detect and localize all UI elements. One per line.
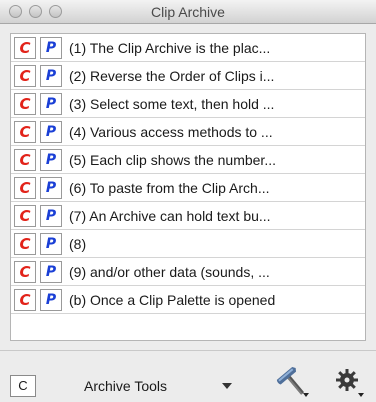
gear-icon[interactable] [334, 367, 366, 399]
title-bar[interactable]: Clip Archive [0, 0, 376, 24]
clip-text: (6) To paste from the Clip Arch... [69, 180, 270, 196]
copy-button[interactable]: C [14, 149, 36, 171]
paste-button[interactable]: P [40, 205, 62, 227]
clip-text: (5) Each clip shows the number... [69, 152, 276, 168]
clip-row[interactable]: C P (9) and/or other data (sounds, ... [11, 258, 365, 286]
clip-text: (4) Various access methods to ... [69, 124, 273, 140]
clip-text: (3) Select some text, then hold ... [69, 96, 275, 112]
clip-row[interactable]: C P (5) Each clip shows the number... [11, 146, 365, 174]
paste-button[interactable]: P [40, 233, 62, 255]
clip-text: (7) An Archive can hold text bu... [69, 208, 271, 224]
copy-button[interactable]: C [14, 289, 36, 311]
clip-text: (2) Reverse the Order of Clips i... [69, 68, 275, 84]
clip-row[interactable]: C P (1) The Clip Archive is the plac... [11, 34, 365, 62]
paste-button[interactable]: P [40, 37, 62, 59]
paste-button[interactable]: P [40, 65, 62, 87]
clip-row[interactable]: C P (6) To paste from the Clip Arch... [11, 174, 365, 202]
window-title: Clip Archive [151, 4, 225, 20]
clip-c-button[interactable]: C [10, 375, 36, 397]
clip-row[interactable]: C P (8) [11, 230, 365, 258]
bottom-toolbar: C Archive Tools [0, 350, 376, 402]
clip-row[interactable]: C P (4) Various access methods to ... [11, 118, 365, 146]
archive-tools-dropdown-arrow[interactable] [222, 383, 232, 389]
paste-button[interactable]: P [40, 121, 62, 143]
clip-row[interactable]: C P (3) Select some text, then hold ... [11, 90, 365, 118]
hammer-icon[interactable] [276, 365, 310, 399]
copy-button[interactable]: C [14, 121, 36, 143]
copy-button[interactable]: C [14, 205, 36, 227]
copy-button[interactable]: C [14, 233, 36, 255]
paste-button[interactable]: P [40, 149, 62, 171]
clip-list: C P (1) The Clip Archive is the plac... … [10, 33, 366, 341]
clip-text: (1) The Clip Archive is the plac... [69, 40, 271, 56]
paste-button[interactable]: P [40, 93, 62, 115]
copy-button[interactable]: C [14, 177, 36, 199]
clip-text: (9) and/or other data (sounds, ... [69, 264, 270, 280]
paste-button[interactable]: P [40, 261, 62, 283]
clip-archive-window: Clip Archive C P (1) The Clip Archive is… [0, 0, 376, 402]
copy-button[interactable]: C [14, 37, 36, 59]
clip-text: (b) Once a Clip Palette is opened [69, 292, 276, 308]
paste-button[interactable]: P [40, 177, 62, 199]
copy-button[interactable]: C [14, 65, 36, 87]
paste-button[interactable]: P [40, 289, 62, 311]
clip-row[interactable]: C P (b) Once a Clip Palette is opened [11, 286, 365, 314]
copy-button[interactable]: C [14, 93, 36, 115]
clip-row[interactable]: C P (7) An Archive can hold text bu... [11, 202, 365, 230]
clip-text: (8) [69, 236, 87, 252]
copy-button[interactable]: C [14, 261, 36, 283]
archive-tools-menu[interactable]: Archive Tools [84, 378, 167, 394]
clip-row[interactable]: C P (2) Reverse the Order of Clips i... [11, 62, 365, 90]
